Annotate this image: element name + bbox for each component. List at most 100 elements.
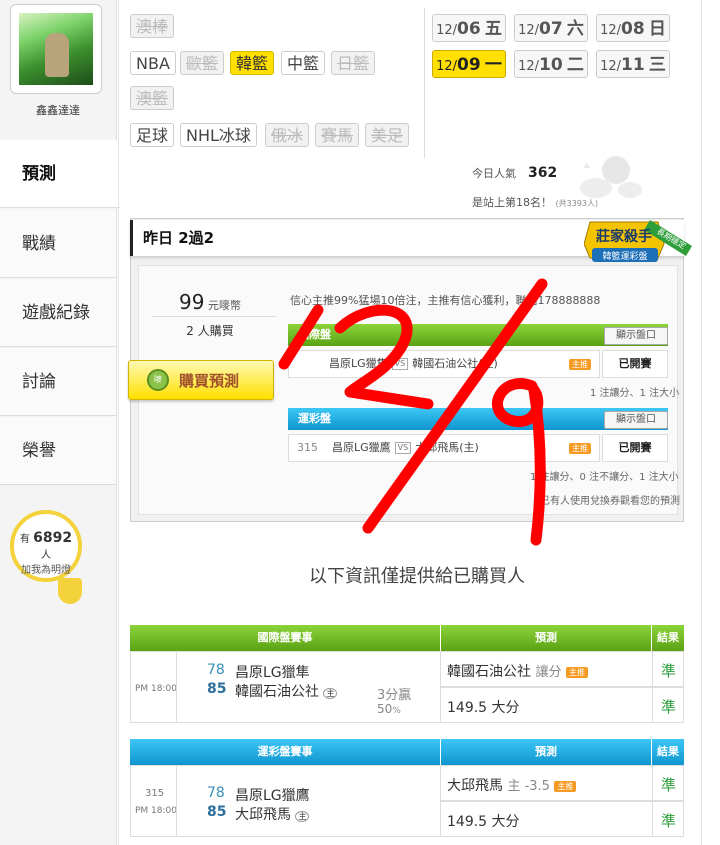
fans-label: 加我為明燈 (21, 565, 71, 576)
intl-pick1: 韓國石油公社 讓分 主推 (447, 661, 588, 681)
date-weekday: 一 (484, 55, 502, 75)
sports-match-away: 大邱飛馬(主) (415, 441, 479, 454)
win-margin: 3分贏 (377, 688, 412, 703)
match-code: 315 (145, 788, 165, 799)
intl-match-cell: 78 昌原LG獵隼 85 韓國石油公社 主 3分贏 50% (176, 651, 441, 723)
price-value: 99 (179, 290, 205, 314)
date-month: 12/ (600, 59, 622, 74)
fans-suffix: 人 (41, 550, 51, 561)
sports-table-header-result: 結果 (652, 739, 684, 765)
sports-pick1-cell: 大邱飛馬 主 -3.5 主推 (440, 765, 653, 801)
sports-match-home: 昌原LG獵鷹 (332, 441, 391, 454)
sports-pick2-cell: 149.5 大分 (440, 801, 653, 837)
league-tab-nhl[interactable]: NHL冰球 (180, 123, 257, 147)
sports-table-header-prediction: 預測 (441, 739, 651, 765)
league-tab-aus-basketball: 澳籃 (130, 86, 175, 110)
league-tab-japan-basketball: 日籃 (331, 51, 376, 75)
pick-type: 主 -3.5 (507, 779, 550, 794)
sports-match-code: 315 (297, 441, 318, 454)
avatar-image (19, 13, 93, 85)
date-day: 11 (621, 55, 645, 75)
date-tab-1210[interactable]: 12/10 二 (514, 50, 588, 78)
sports-match: 315 昌原LG獵鷹 VS 大邱飛馬(主) 主推 (288, 434, 600, 462)
date-day: 07 (539, 19, 563, 39)
date-day: 09 (457, 55, 481, 75)
intl-table-header-prediction: 預測 (441, 625, 651, 651)
date-tab-1208[interactable]: 12/08 日 (596, 14, 670, 42)
intl-table-header-result: 結果 (652, 625, 684, 651)
date-tab-1206[interactable]: 12/06 五 (432, 14, 506, 42)
date-month: 12/ (518, 59, 540, 74)
intl-result1-cell: 準 (652, 651, 684, 687)
sports-show-odds-button[interactable]: 顯示盤口 (604, 411, 668, 429)
date-day: 06 (457, 19, 481, 39)
sidebar-item-discussion[interactable]: 討論 (0, 348, 116, 416)
intl-match-away: 韓國石油公社(主) (412, 357, 498, 370)
home-mark-icon: 主 (323, 688, 338, 699)
main-pick-tag: 主推 (569, 359, 591, 370)
league-tab-soccer[interactable]: 足球 (130, 123, 175, 147)
avatar[interactable] (10, 4, 102, 94)
date-weekday: 六 (566, 19, 584, 39)
banker-killer-badge: 莊家殺手 韓籃運彩盤 長期穩定 (584, 220, 692, 262)
match-time: PM 18:00 (135, 806, 177, 816)
sports-pick1: 大邱飛馬 主 -3.5 主推 (447, 775, 577, 795)
sidebar-item-prediction[interactable]: 預測 (0, 140, 120, 208)
popularity-value: 362 (528, 165, 558, 181)
league-tab-russia-hockey: 俄冰 (265, 123, 310, 147)
intl-pick2-cell: 149.5 大分 (440, 687, 653, 723)
fairy-logo-icon (580, 156, 642, 198)
prediction-description: 信心主推99%猛場10倍注，主推有信心獲利，聯絡178888888 (290, 294, 601, 307)
league-tab-nba[interactable]: NBA (130, 51, 176, 75)
date-tab-1209[interactable]: 12/09 一 (432, 50, 506, 78)
team1-score: 78 (207, 785, 225, 801)
team2-name: 大邱飛馬 (235, 807, 291, 823)
lightbulb-base-icon (58, 578, 82, 604)
price: 99 元嘜幣 (150, 290, 270, 314)
divider (152, 316, 276, 317)
team1-name: 昌原LG獵隼 (235, 665, 310, 681)
fans-count-line: 有 6892 人 (14, 530, 78, 561)
intl-show-odds-button[interactable]: 顯示盤口 (604, 327, 668, 345)
result-correct: 準 (661, 776, 677, 794)
sports-table-header-event: 運彩盤賽事 (130, 739, 440, 765)
sidebar-item-record[interactable]: 戰績 (0, 210, 116, 278)
sidebar-item-game-history[interactable]: 遊戲紀錄 (0, 279, 116, 347)
badge-title: 莊家殺手 (596, 228, 652, 245)
league-tab-china-basketball[interactable]: 中籃 (281, 51, 326, 75)
date-tab-1211[interactable]: 12/11 三 (596, 50, 670, 78)
voucher-note: 已有人使用兌換券觀看您的預測 (540, 496, 680, 507)
main-pick-tag: 主推 (569, 443, 591, 454)
date-weekday: 日 (648, 19, 666, 39)
sidebar-item-honor[interactable]: 榮譽 (0, 417, 116, 485)
buy-prediction-button[interactable]: 嘜 購買預測 (128, 360, 274, 400)
date-tab-1207[interactable]: 12/07 六 (514, 14, 588, 42)
date-month: 12/ (600, 23, 622, 38)
team2-label: 韓國石油公社 主 (235, 681, 338, 701)
team1-score: 78 (207, 662, 225, 678)
percentage: 50% (377, 702, 401, 716)
date-weekday: 三 (648, 55, 666, 75)
team2-name: 韓國石油公社 (235, 684, 319, 700)
team2-label: 大邱飛馬 主 (235, 804, 310, 824)
username[interactable]: 鑫鑫達達 (0, 102, 116, 118)
buyers-count: 2 人購買 (186, 324, 234, 338)
coin-icon: 嘜 (147, 369, 169, 391)
divider (424, 8, 425, 158)
sports-result1-cell: 準 (652, 765, 684, 801)
date-weekday: 五 (484, 19, 502, 39)
price-unit: 元嘜幣 (207, 299, 241, 312)
team2-score: 85 (207, 681, 227, 697)
sports-time-cell: 315 PM 18:00 (130, 765, 177, 837)
league-tab-horse-racing: 賽馬 (315, 123, 360, 147)
intl-status: 已開賽 (602, 350, 668, 378)
fans-prefix: 有 (19, 534, 30, 545)
buy-prediction-label: 購買預測 (179, 372, 240, 390)
result-correct: 準 (661, 662, 677, 680)
intl-match-home: 昌原LG獵隼 (329, 357, 388, 370)
vs-icon: VS (394, 442, 412, 454)
result-correct: 準 (661, 812, 677, 830)
date-month: 12/ (436, 59, 458, 74)
league-tab-korea-basketball[interactable]: 韓籃 (230, 51, 275, 75)
follow-lightbulb-button[interactable]: 有 6892 人 加我為明燈 (10, 510, 82, 582)
